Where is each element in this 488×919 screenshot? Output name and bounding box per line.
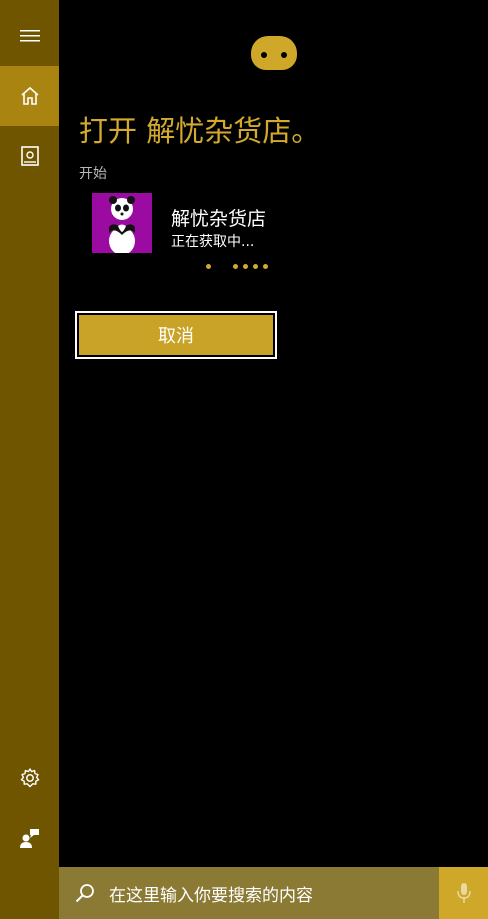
- sidebar-item-home[interactable]: [0, 66, 59, 126]
- section-label: 开始: [79, 166, 107, 182]
- panda-icon: [109, 196, 135, 253]
- progress-dot: [253, 264, 258, 269]
- cancel-button-label: 取消: [79, 315, 273, 355]
- progress-dot: [263, 264, 268, 269]
- menu-button[interactable]: [0, 6, 59, 66]
- search-input[interactable]: 在这里输入你要搜索的内容: [109, 881, 313, 906]
- progress-dot: [233, 264, 238, 269]
- progress-dot: [243, 264, 248, 269]
- notebook-icon: [20, 146, 39, 166]
- app-status: 正在获取中...: [171, 234, 255, 250]
- sidebar-item-notebook[interactable]: [0, 126, 59, 186]
- progress-dot: [206, 264, 211, 269]
- hamburger-icon: [19, 30, 40, 42]
- app-icon: [92, 193, 152, 253]
- microphone-button[interactable]: [439, 867, 488, 919]
- gear-icon: [20, 768, 39, 788]
- sidebar: [0, 0, 59, 919]
- sidebar-item-settings[interactable]: [0, 748, 59, 808]
- microphone-icon: [456, 883, 471, 903]
- app-name: 解忧杂货店: [171, 208, 267, 230]
- cortana-face-icon: [251, 36, 297, 70]
- search-icon: [75, 884, 94, 903]
- sidebar-item-feedback[interactable]: [0, 808, 59, 868]
- feedback-icon: [19, 829, 39, 848]
- search-bar[interactable]: 在这里输入你要搜索的内容: [59, 867, 439, 919]
- home-icon: [20, 86, 39, 105]
- main-panel: 打开 解忧杂货店。 开始 解忧杂货店 正在获取中... 取消: [59, 0, 488, 867]
- cancel-button[interactable]: 取消: [75, 311, 277, 359]
- page-title: 打开 解忧杂货店。: [79, 114, 321, 148]
